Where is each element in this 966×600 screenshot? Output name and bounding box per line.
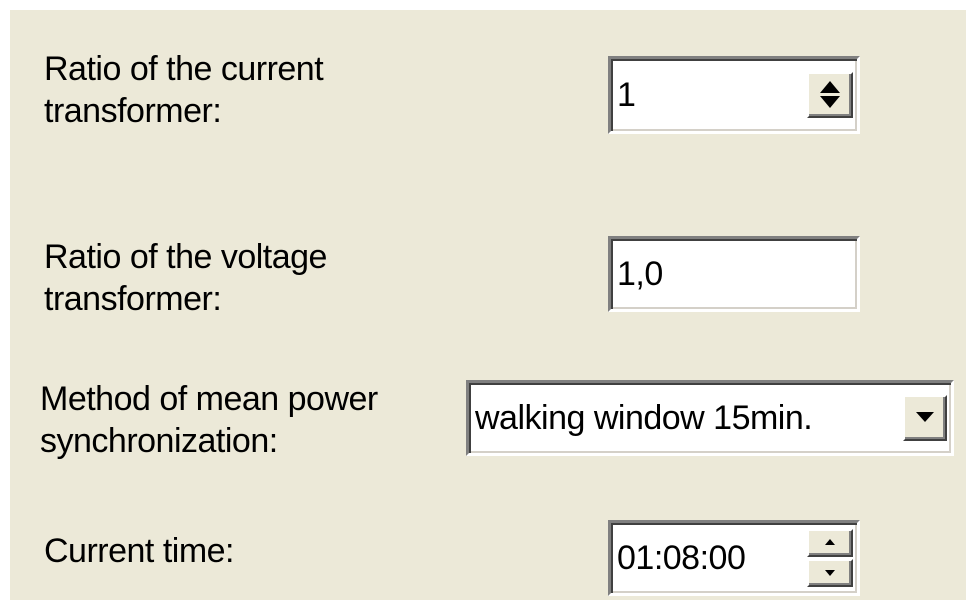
ct-ratio-value: 1 xyxy=(617,75,636,114)
arrow-down-icon xyxy=(825,570,835,576)
ct-ratio-spinbox[interactable]: 1 xyxy=(608,56,860,134)
current-time-label: Current time: xyxy=(44,530,235,572)
time-spin-up-button[interactable] xyxy=(807,529,853,557)
sync-method-label-line1: Method of mean power xyxy=(40,380,378,418)
sync-method-selected: walking window 15min. xyxy=(475,398,813,437)
vt-ratio-label-line1: Ratio of the voltage xyxy=(44,238,327,276)
vt-ratio-value: 1,0 xyxy=(617,254,663,293)
current-time-label-text: Current time: xyxy=(44,532,235,570)
current-time-value: 01:08:00 xyxy=(617,538,746,577)
time-spin-down-button[interactable] xyxy=(807,559,853,587)
ct-ratio-label: Ratio of the current transformer: xyxy=(44,48,324,132)
ct-ratio-spin-button[interactable] xyxy=(807,72,853,118)
settings-panel: Ratio of the current transformer: 1 Rati… xyxy=(10,10,966,600)
ct-ratio-label-line2: transformer: xyxy=(44,92,222,130)
vt-ratio-label-line2: transformer: xyxy=(44,280,222,318)
chevron-down-icon xyxy=(905,397,945,439)
vt-ratio-label: Ratio of the voltage transformer: xyxy=(44,236,327,320)
arrow-up-icon xyxy=(825,539,835,545)
sync-method-dropdown[interactable]: walking window 15min. xyxy=(466,380,954,456)
sync-method-label: Method of mean power synchronization: xyxy=(40,378,378,462)
spin-arrows-icon xyxy=(809,74,851,116)
current-time-picker[interactable]: 01:08:00 xyxy=(608,520,860,596)
sync-method-label-line2: synchronization: xyxy=(40,422,278,460)
dropdown-button[interactable] xyxy=(903,395,947,441)
vt-ratio-input[interactable]: 1,0 xyxy=(608,236,860,312)
ct-ratio-label-line1: Ratio of the current xyxy=(44,50,324,88)
